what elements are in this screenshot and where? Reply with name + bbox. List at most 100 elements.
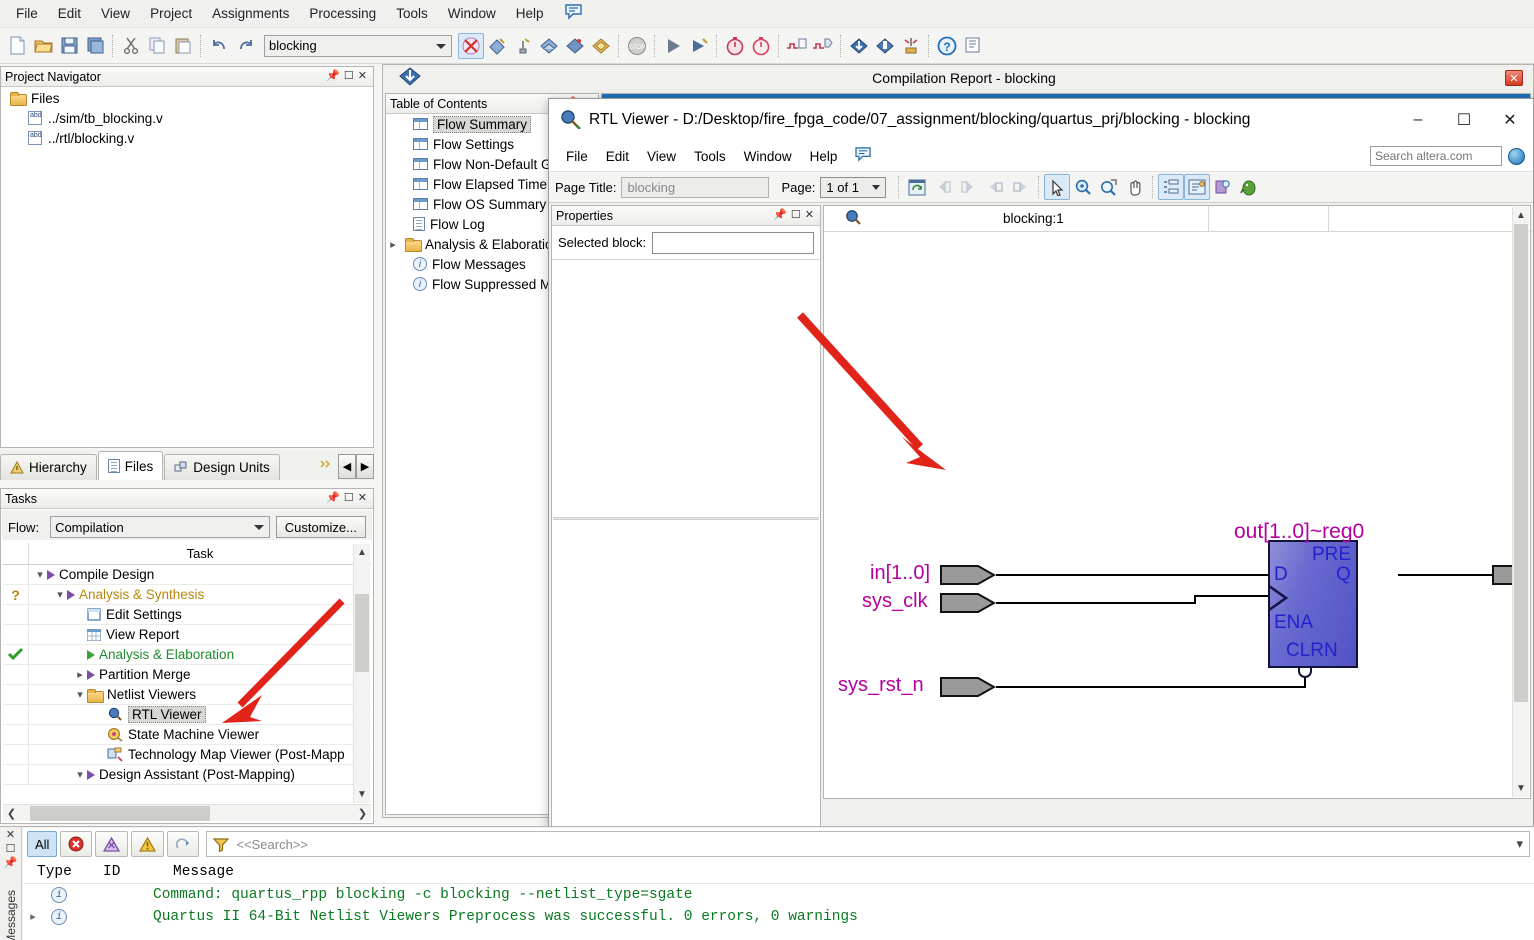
scroll-left-icon[interactable]: ❮ <box>3 807 20 820</box>
menu-window[interactable]: Window <box>438 3 506 24</box>
filter-info-button[interactable] <box>167 831 200 857</box>
pin-icon[interactable]: 📌 <box>4 858 18 869</box>
rtl-simulation-icon[interactable] <box>784 33 810 59</box>
page-combo[interactable]: 1 of 1 <box>820 176 887 198</box>
chevron-down-icon[interactable]: ▾ <box>53 588 67 601</box>
input-port-sys-rst-n[interactable] <box>940 676 996 698</box>
flow-combo[interactable]: Compilation <box>50 516 270 538</box>
rtl-menu-view[interactable]: View <box>638 146 685 167</box>
menu-view[interactable]: View <box>91 3 140 24</box>
programmer-icon[interactable] <box>588 33 614 59</box>
close-icon[interactable]: ✕ <box>358 493 367 504</box>
menu-tools[interactable]: Tools <box>386 3 438 24</box>
menu-project[interactable]: Project <box>140 3 202 24</box>
analysis-synthesis-icon[interactable] <box>484 33 510 59</box>
stop-icon[interactable]: STOP <box>624 33 650 59</box>
scroll-thumb[interactable] <box>1514 224 1528 702</box>
menu-help[interactable]: Help <box>506 3 554 24</box>
rtl-menu-window[interactable]: Window <box>735 146 801 167</box>
feedback-icon[interactable] <box>553 1 593 26</box>
tcl-console-icon[interactable] <box>1236 174 1262 200</box>
start-compilation-icon[interactable] <box>458 32 484 59</box>
gate-simulation-icon[interactable] <box>810 33 836 59</box>
pin-icon[interactable]: 📌 <box>326 71 340 82</box>
message-row[interactable]: i Command: quartus_rpp blocking -c blocki… <box>23 884 1534 906</box>
search-input[interactable] <box>1370 146 1502 166</box>
selected-block-input[interactable] <box>652 231 814 254</box>
rtl-menu-file[interactable]: File <box>557 146 597 167</box>
project-combo[interactable]: blocking <box>264 34 452 57</box>
page-title-input[interactable]: blocking <box>621 176 770 198</box>
chevron-down-icon[interactable]: ▾ <box>1516 836 1523 852</box>
cut-icon[interactable] <box>118 33 144 59</box>
task-row-view-report[interactable]: View Report <box>3 625 371 645</box>
chevron-right-icon[interactable]: ▸ <box>73 668 87 681</box>
rtl-viewer-titlebar[interactable]: RTL Viewer - D:/Desktop/fire_fpga_code/0… <box>549 99 1533 141</box>
task-vertical-scrollbar[interactable]: ▲ ▼ <box>353 544 370 803</box>
task-row-edit-settings[interactable]: Edit Settings <box>3 605 371 625</box>
zoom-in-icon[interactable] <box>1070 174 1096 200</box>
task-row-partition-merge[interactable]: ▸ Partition Merge <box>3 665 371 685</box>
tab-scroll-left-button[interactable]: ◀ <box>338 454 356 479</box>
timing-analyzer-icon[interactable] <box>722 33 748 59</box>
canvas-tab-blocking[interactable]: blocking:1 <box>824 206 1209 231</box>
go-up-hierarchy-icon[interactable] <box>982 174 1008 200</box>
menu-file[interactable]: File <box>6 3 48 24</box>
filter-all-button[interactable]: All <box>27 831 58 857</box>
task-horizontal-scrollbar[interactable]: ❮ ❯ <box>3 804 371 821</box>
customize-button[interactable]: Customize... <box>275 516 366 538</box>
pin-icon[interactable]: 📌 <box>326 493 340 504</box>
notes-icon[interactable] <box>960 33 986 59</box>
rtl-feedback-icon[interactable] <box>846 144 881 168</box>
compilation-report-close-button[interactable]: ✕ <box>1505 70 1523 86</box>
save-all-icon[interactable] <box>82 33 108 59</box>
tab-design-units[interactable]: Design Units <box>164 454 280 480</box>
properties-toggle-icon[interactable] <box>1184 174 1211 200</box>
netlist-navigator-toggle-icon[interactable] <box>1158 174 1185 200</box>
filter-errors-button[interactable] <box>60 831 93 857</box>
messages-search-input[interactable]: <<Search>> ▾ <box>206 831 1530 857</box>
menu-assignments[interactable]: Assignments <box>202 3 299 24</box>
globe-icon[interactable] <box>1508 147 1525 165</box>
settings-icon[interactable] <box>562 33 588 59</box>
scroll-down-icon[interactable]: ▼ <box>354 786 370 803</box>
compile-icon[interactable] <box>686 33 712 59</box>
task-row-design-assistant-post-mapping[interactable]: ▾ Design Assistant (Post-Mapping) <box>3 765 371 785</box>
redo-icon[interactable] <box>232 33 258 59</box>
maximize-icon[interactable]: ☐ <box>344 71 354 82</box>
paste-icon[interactable] <box>170 33 196 59</box>
minimize-button[interactable]: – <box>1395 99 1441 141</box>
refresh-icon[interactable] <box>904 174 930 200</box>
pan-hand-icon[interactable] <box>1122 174 1148 200</box>
download-2-icon[interactable] <box>872 33 898 59</box>
scroll-up-icon[interactable]: ▲ <box>1513 207 1529 224</box>
copy-icon[interactable] <box>144 33 170 59</box>
rtl-menu-help[interactable]: Help <box>801 146 847 167</box>
menu-processing[interactable]: Processing <box>299 3 386 24</box>
rtl-menu-edit[interactable]: Edit <box>597 146 638 167</box>
tab-files[interactable]: Files <box>97 451 164 480</box>
task-row-state-machine-viewer[interactable]: State Machine Viewer <box>3 725 371 745</box>
maximize-icon[interactable]: ☐ <box>6 844 16 855</box>
scroll-right-icon[interactable]: ❯ <box>354 807 371 820</box>
filter-critical-warnings-button[interactable] <box>95 831 129 857</box>
rtl-menu-tools[interactable]: Tools <box>685 146 735 167</box>
close-icon[interactable]: ✕ <box>358 71 367 82</box>
zoom-area-icon[interactable] <box>1096 174 1122 200</box>
tab-hierarchy[interactable]: Hierarchy <box>0 454 97 480</box>
task-row-analysis-elaboration[interactable]: Analysis & Elaboration <box>3 645 371 665</box>
chevron-right-icon[interactable]: ▸ <box>386 238 400 251</box>
download-icon[interactable] <box>846 33 872 59</box>
maximize-button[interactable]: ☐ <box>1441 99 1487 141</box>
chevron-down-icon[interactable]: ▾ <box>73 768 87 781</box>
tree-row-file-0[interactable]: abd ../sim/tb_blocking.v <box>2 108 372 128</box>
schematic-canvas[interactable]: PRE D Q ENA CLRN out[1..0]~reg0 in[1..0]… <box>824 232 1513 781</box>
chevron-down-icon[interactable]: ▾ <box>73 688 87 701</box>
maximize-icon[interactable]: ☐ <box>791 210 801 221</box>
save-icon[interactable] <box>56 33 82 59</box>
task-row-compile-design[interactable]: ▾ Compile Design <box>3 565 371 585</box>
help-icon[interactable]: ? <box>934 33 960 59</box>
scroll-thumb[interactable] <box>355 594 369 672</box>
close-button[interactable]: ✕ <box>1487 99 1533 141</box>
properties-splitter[interactable] <box>553 517 819 520</box>
